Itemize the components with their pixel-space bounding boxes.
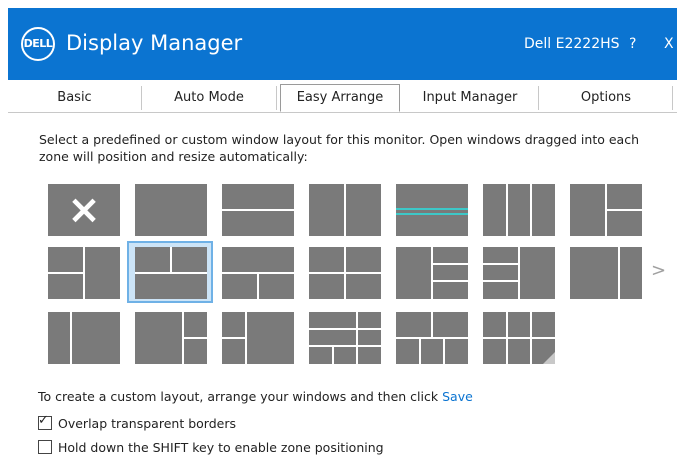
shift-key-label: Hold down the SHIFT key to enable zone p… <box>58 440 384 455</box>
overlap-borders-label: Overlap transparent borders <box>58 416 236 431</box>
close-button[interactable]: X <box>664 35 674 53</box>
tile-resize-grip-icon <box>543 352 555 364</box>
overlap-borders-checkbox[interactable]: ✓ <box>38 413 52 430</box>
tab-auto-mode[interactable]: Auto Mode <box>142 86 277 110</box>
layout-tile-three-columns[interactable] <box>483 184 555 236</box>
layout-tile-top-plus-bottom-split[interactable] <box>222 247 294 299</box>
title-bar: DELL Display Manager Dell E2222HS ? X <box>8 8 677 80</box>
tab-basic[interactable]: Basic <box>8 86 142 110</box>
layout-tile-left-three-plus-right[interactable] <box>483 247 555 299</box>
layout-tile-top-split-plus-bottom[interactable] <box>135 247 207 299</box>
tab-options[interactable]: Options <box>540 86 673 110</box>
layout-tile-top-wide-bottom-three[interactable] <box>309 312 381 364</box>
layout-tile-top-two-bottom-three[interactable] <box>396 312 468 364</box>
layout-tile-two-rows[interactable] <box>222 184 294 236</box>
clear-layout-icon: × <box>67 187 101 233</box>
layout-tile-full[interactable] <box>135 184 207 236</box>
shift-key-checkbox[interactable] <box>38 440 52 454</box>
layout-tile-none[interactable]: × <box>48 184 120 236</box>
layout-tile-six-grid[interactable] <box>483 312 555 364</box>
save-link[interactable]: Save <box>442 389 473 404</box>
app-title: Display Manager <box>66 31 243 55</box>
layout-tile-wide-left-narrow-right[interactable] <box>570 247 642 299</box>
layout-tile-three-rows[interactable] <box>396 184 468 236</box>
layout-tile-quad[interactable] <box>309 247 381 299</box>
overlap-borders-option[interactable]: ✓ Overlap transparent borders <box>38 413 236 432</box>
dell-logo: DELL <box>21 27 55 61</box>
shift-key-option[interactable]: Hold down the SHIFT key to enable zone p… <box>38 440 384 456</box>
next-page-arrow-icon[interactable]: > <box>651 260 666 281</box>
tab-input-manager[interactable]: Input Manager <box>402 86 539 110</box>
dell-display-manager-window: DELL Display Manager Dell E2222HS ? X Ba… <box>0 0 677 464</box>
help-button[interactable]: ? <box>629 35 636 53</box>
layout-tile-narrow-left-wide-right[interactable] <box>48 312 120 364</box>
tab-bar: Basic Auto Mode Easy Arrange Input Manag… <box>8 84 677 113</box>
layout-tile-left-split-plus-right[interactable] <box>48 247 120 299</box>
layout-description: Select a predefined or custom window lay… <box>39 132 639 164</box>
layout-tile-split-left-wide-right[interactable] <box>222 312 294 364</box>
custom-layout-text: To create a custom layout, arrange your … <box>38 389 439 404</box>
tab-easy-arrange[interactable]: Easy Arrange <box>280 84 400 112</box>
layout-tile-wide-left-split-right[interactable] <box>135 312 207 364</box>
checkmark-icon: ✓ <box>38 413 49 428</box>
layout-tile-two-columns[interactable] <box>309 184 381 236</box>
monitor-name: Dell E2222HS <box>524 36 620 52</box>
layout-tile-left-plus-right-three[interactable] <box>396 247 468 299</box>
custom-layout-instruction: To create a custom layout, arrange your … <box>38 389 473 405</box>
layout-tile-left-plus-right-split[interactable] <box>570 184 642 236</box>
